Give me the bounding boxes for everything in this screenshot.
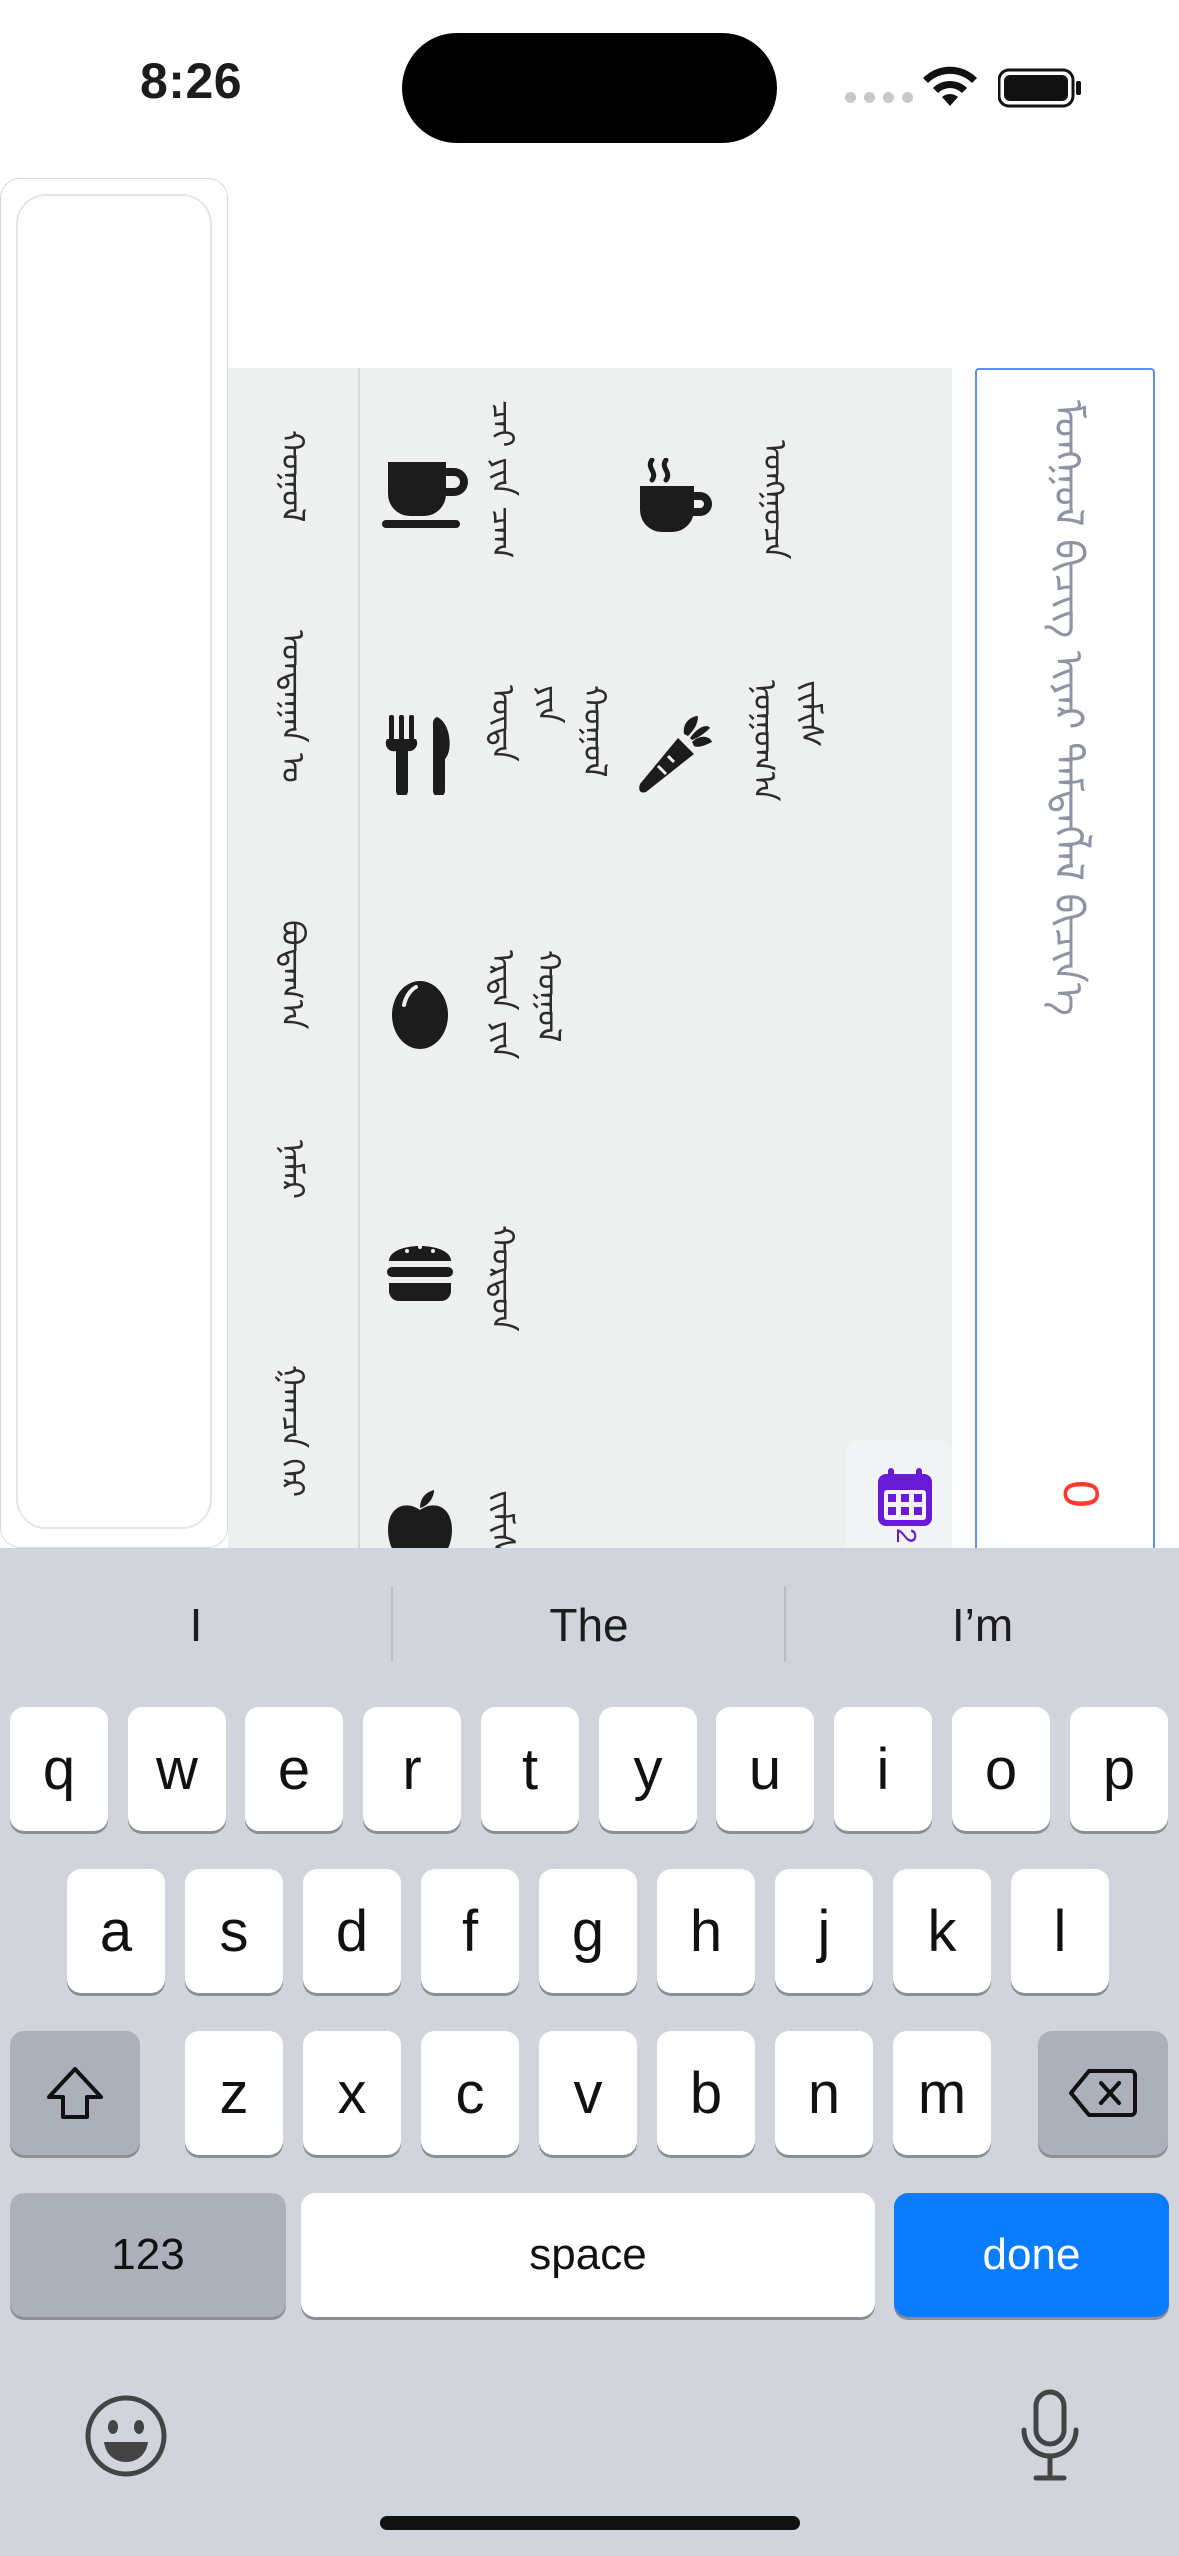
shift-key[interactable]: [10, 2031, 140, 2155]
key-j[interactable]: j: [775, 1869, 873, 1993]
microphone-icon[interactable]: [1018, 2388, 1082, 2484]
key-g[interactable]: g: [539, 1869, 637, 1993]
key-p[interactable]: p: [1070, 1707, 1168, 1831]
key-u[interactable]: u: [716, 1707, 814, 1831]
item-label: ᠴᠠᠢ ᠶᠢᠨ ᠴᠠᠭ: [484, 400, 522, 559]
category-tab[interactable]: ᠤᠨᠳᠠᠭᠠᠨ ᠤ: [270, 630, 316, 783]
key-z[interactable]: z: [185, 2031, 283, 2155]
egg-icon[interactable]: [390, 975, 450, 1049]
key-h[interactable]: h: [657, 1869, 755, 1993]
key-i[interactable]: i: [834, 1707, 932, 1831]
key-m[interactable]: m: [893, 2031, 991, 2155]
wifi-icon: [920, 62, 980, 108]
hot-drink-icon[interactable]: [638, 458, 714, 536]
delete-key[interactable]: [1038, 2031, 1168, 2155]
key-k[interactable]: k: [893, 1869, 991, 1993]
burger-icon[interactable]: [385, 1235, 455, 1305]
suggestion-2[interactable]: The: [393, 1598, 785, 1658]
emoji-icon[interactable]: [84, 2394, 168, 2478]
date-label: 2: [891, 1528, 922, 1544]
category-area: [228, 368, 952, 1548]
dynamic-island: [402, 33, 777, 143]
item-label: ᠨᠣᠭᠣᠭ᠎ᠠ ᠵᠢᠮᠢᠰ: [746, 680, 830, 802]
key-d[interactable]: d: [303, 1869, 401, 1993]
category-tab[interactable]: ᠪᠣᠳᠠᠭ᠎ᠠ: [270, 920, 316, 1030]
category-divider: [358, 368, 360, 1548]
item-label: ᠬᠤᠷᠳᠤᠨ: [484, 1225, 522, 1332]
home-indicator: [380, 2516, 800, 2530]
key-n[interactable]: n: [775, 2031, 873, 2155]
key-x[interactable]: x: [303, 2031, 401, 2155]
space-key[interactable]: space: [301, 2193, 875, 2317]
key-b[interactable]: b: [657, 2031, 755, 2155]
key-r[interactable]: r: [363, 1707, 461, 1831]
coffee-cup-icon[interactable]: [382, 458, 474, 530]
category-tab[interactable]: ᠭᠠᠭᠴᠠ ᠭᠡᠷ: [270, 1365, 316, 1525]
side-text-area[interactable]: [16, 194, 212, 1529]
key-s[interactable]: s: [185, 1869, 283, 1993]
done-key[interactable]: done: [894, 2193, 1169, 2317]
carrot-icon[interactable]: [638, 714, 714, 794]
key-q[interactable]: q: [10, 1707, 108, 1831]
calendar-icon: [876, 1468, 934, 1528]
delete-icon: [1069, 2069, 1137, 2117]
key-v[interactable]: v: [539, 2031, 637, 2155]
suggestion-3[interactable]: I’m: [786, 1598, 1179, 1658]
key-t[interactable]: t: [481, 1707, 579, 1831]
signal-icon: [845, 92, 913, 103]
category-tab[interactable]: ᠨᠠᠮᠠᠷ: [270, 1140, 316, 1199]
note-placeholder: ᠮᠣᠩᠭᠣᠯ ᠪᠢᠴᠢᠭ ᠢᠶᠠᠷ ᠲᠡᠮᠳᠡᠭᠯᠡᠯ ᠪᠢᠴᠢᠨ᠎ᠡ: [1045, 400, 1091, 1016]
shift-icon: [47, 2067, 103, 2119]
numbers-key[interactable]: 123: [10, 2193, 286, 2317]
item-label: ᠵᠢᠮᠢᠰ: [484, 1490, 522, 1548]
key-c[interactable]: c: [421, 2031, 519, 2155]
suggestion-1[interactable]: I: [0, 1598, 392, 1658]
battery-icon: [998, 68, 1082, 108]
item-label: ᠦᠳᠡ ᠶᠢᠨ ᠬᠣᠭᠣᠯ: [484, 685, 614, 778]
key-f[interactable]: f: [421, 1869, 519, 1993]
key-l[interactable]: l: [1011, 1869, 1109, 1993]
status-time: 8:26: [140, 53, 243, 109]
key-o[interactable]: o: [952, 1707, 1050, 1831]
item-label: ᠤᠩᠭᠤᠴᠠ: [756, 440, 794, 560]
key-a[interactable]: a: [67, 1869, 165, 1993]
category-tab[interactable]: ᠬᠣᠭᠣᠯ: [270, 430, 316, 522]
key-w[interactable]: w: [128, 1707, 226, 1831]
fork-knife-icon[interactable]: [385, 715, 455, 795]
character-counter: 0: [1053, 1480, 1109, 1508]
key-y[interactable]: y: [599, 1707, 697, 1831]
item-label: ᠡᠷᠲᠡ ᠶᠢᠨ ᠬᠣᠭᠣᠯ: [484, 950, 568, 1060]
key-e[interactable]: e: [245, 1707, 343, 1831]
